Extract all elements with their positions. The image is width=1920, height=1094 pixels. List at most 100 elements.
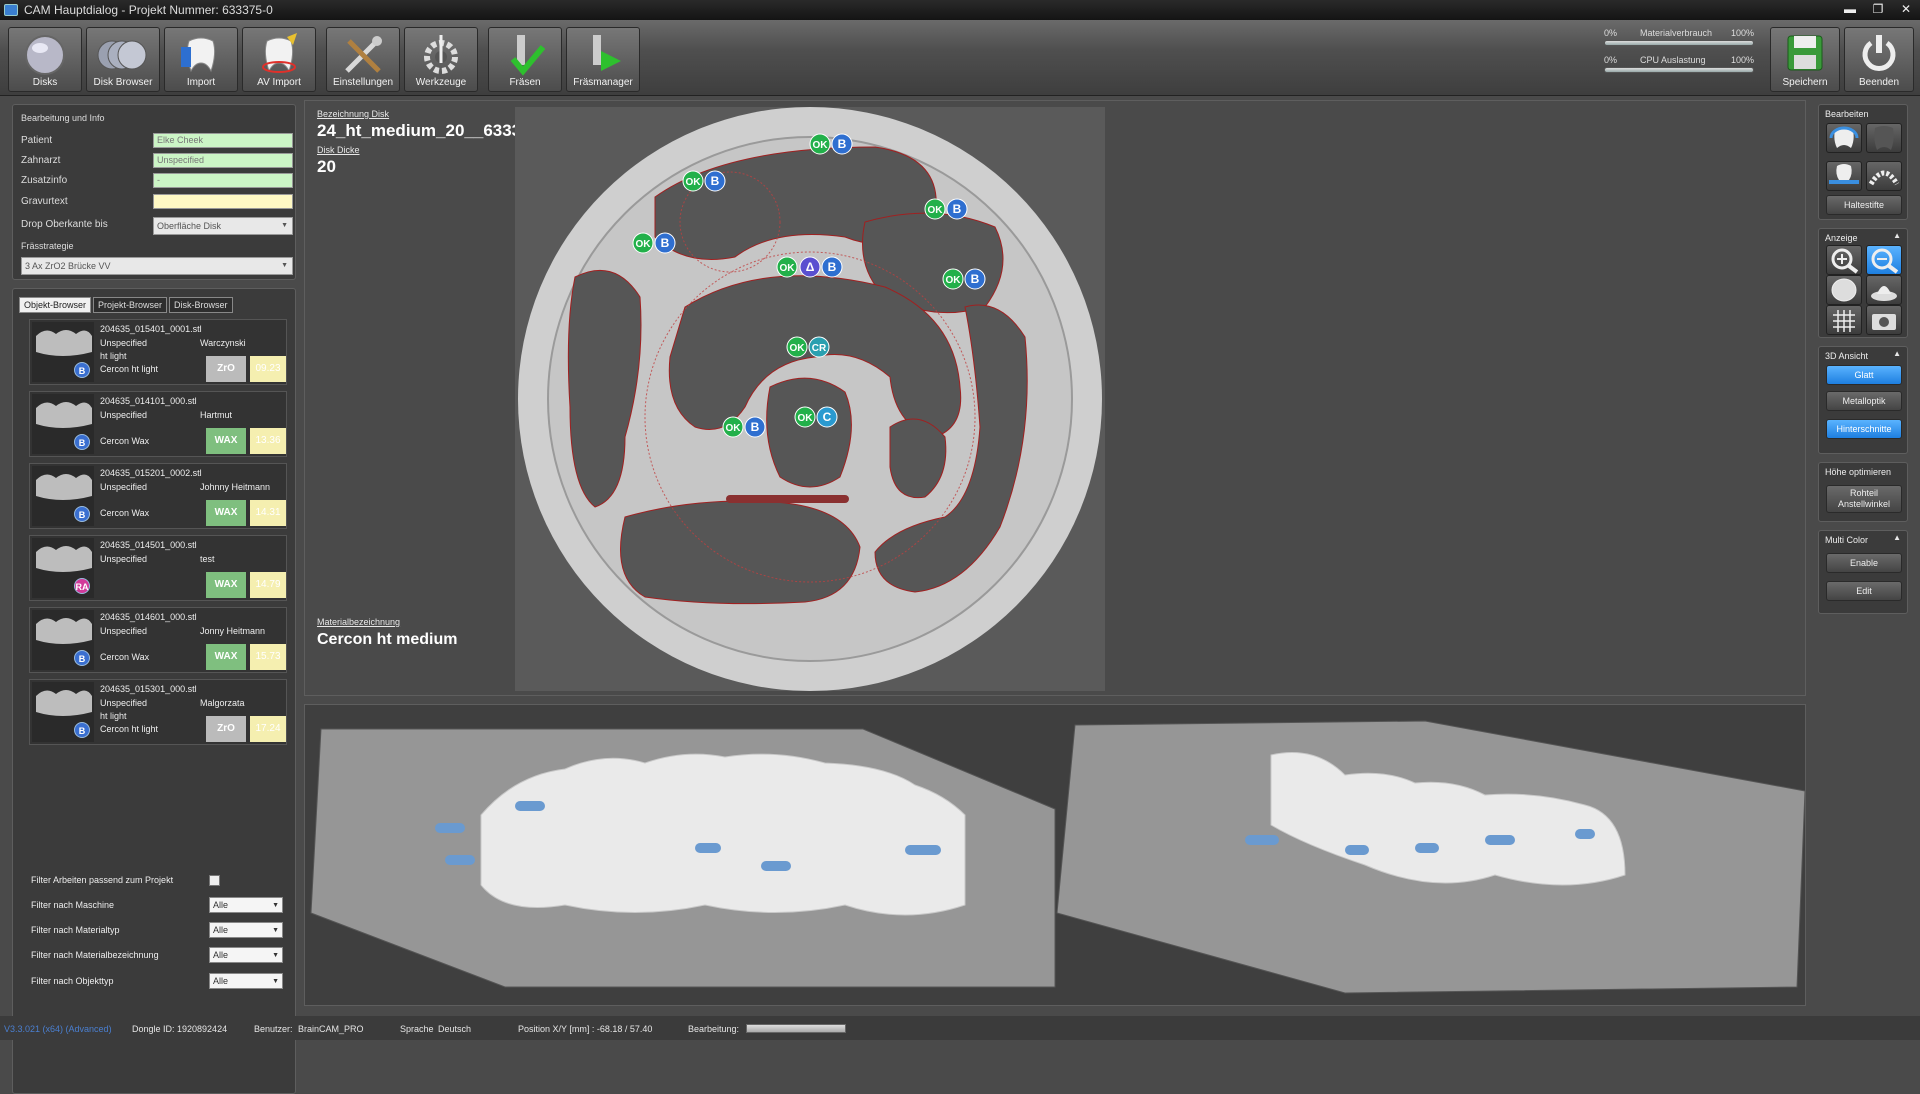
processing-label: Bearbeitung: [688, 1024, 740, 1034]
filter-project-checkbox[interactable] [209, 875, 220, 886]
object-list-item[interactable]: B 204635_015401_0001.stl Unspecified Warczy… [29, 319, 287, 385]
extra-info-field[interactable]: - [153, 173, 293, 188]
material-meter: 0% Materialverbrauch 100% [1604, 28, 1754, 50]
filter-material-name-select[interactable]: Alle [209, 947, 283, 963]
metal-optics-button[interactable]: Metalloptik [1826, 391, 1902, 411]
zoom-in-button[interactable] [1826, 245, 1862, 275]
engrave-label: Gravurtext [21, 196, 68, 207]
multicolor-title: Multi Color [1825, 535, 1869, 545]
patient-field[interactable]: Elke Cheek [153, 133, 293, 148]
status-marker-label: OK [813, 140, 829, 151]
blank-angle-button[interactable]: Rohteil Anstellwinkel [1826, 485, 1902, 513]
extra-label: Zusatzinfo [21, 175, 68, 186]
status-marker-label: B [971, 272, 980, 286]
filter-material-type-select[interactable]: Alle [209, 922, 283, 938]
object-filename: 204635_014601_000.stl [100, 612, 197, 622]
display-title: Anzeige [1825, 233, 1858, 243]
chevron-down-icon: ▼ [281, 262, 288, 269]
tab-project-browser[interactable]: Projekt-Browser [93, 297, 168, 313]
user-label: Benutzer: [254, 1024, 293, 1034]
object-patient: Malgorzata [200, 698, 245, 708]
disk-view[interactable]: Bezeichnung Disk 24_ht_medium_20__633375… [304, 100, 1806, 696]
view-side-button[interactable] [1866, 275, 1902, 305]
undercuts-button[interactable]: Hinterschnitte [1826, 419, 1902, 439]
drop-label: Drop Oberkante bis [21, 219, 108, 230]
object-patient: Warczynski [200, 338, 246, 348]
object-shade: ht light [100, 711, 127, 721]
3d-preview-left[interactable] [305, 705, 1805, 1005]
object-shade: ht light [100, 351, 127, 361]
tools-button[interactable]: Werkzeuge [404, 27, 478, 92]
material-meter-min: 0% [1604, 28, 1618, 38]
status-bar: V3.3.021 (x64) (Advanced) Dongle ID: 192… [0, 1016, 1920, 1040]
filter-object-type-select[interactable]: Alle [209, 973, 283, 989]
object-type-badge: B [74, 362, 90, 378]
rotate-tooth-button[interactable] [1826, 123, 1862, 153]
cpu-meter-bar [1604, 67, 1754, 73]
collapse-up-icon[interactable]: ▲ [1893, 231, 1901, 240]
patient-label: Patient [21, 135, 53, 146]
title-bar: CAM Hauptdialog - Projekt Nummer: 633375… [0, 0, 1920, 20]
screenshot-button[interactable] [1866, 305, 1902, 335]
collapse-up-icon[interactable]: ▲ [1893, 533, 1901, 542]
tab-disk-browser[interactable]: Disk-Browser [169, 297, 233, 313]
close-button[interactable]: ✕ [1892, 0, 1920, 20]
save-button[interactable]: Speichern [1770, 27, 1840, 92]
smooth-button[interactable]: Glatt [1826, 365, 1902, 385]
zoom-out-button[interactable] [1866, 245, 1902, 275]
object-list-item[interactable]: B 204635_014601_000.stl Unspecified Jonny H… [29, 607, 287, 673]
tab-object-browser[interactable]: Objekt-Browser [19, 297, 92, 313]
status-marker-label: OK [790, 343, 806, 354]
zoom-out-icon [1871, 248, 1899, 274]
disk-thickness: 20 [317, 157, 336, 176]
view-disk-button[interactable] [1826, 275, 1862, 305]
engrave-field[interactable] [153, 194, 293, 209]
milling-disk[interactable]: OK BOK BOK BOK BOK Δ BOK BOK CROK COK B [515, 107, 1105, 691]
mill-manager-icon [593, 35, 621, 71]
app-icon [4, 4, 18, 16]
object-status: Unspecified [100, 410, 148, 420]
window-title: CAM Hauptdialog - Projekt Nummer: 633375… [24, 3, 273, 17]
enable-button[interactable]: Enable [1826, 553, 1902, 573]
object-list-item[interactable]: B 204635_015201_0002.stl Unspecified Johnny… [29, 463, 287, 529]
import-button[interactable]: Import [164, 27, 238, 92]
exit-button[interactable]: Beenden [1844, 27, 1914, 92]
object-list-item[interactable]: B 204635_014101_000.stl Unspecified Hartmut… [29, 391, 287, 457]
disk-browser-button[interactable]: Disk Browser [86, 27, 160, 92]
object-list-item[interactable]: B 204635_015301_000.stl Unspecified Malgorz… [29, 679, 287, 745]
mill-button[interactable]: Fräsen [488, 27, 562, 92]
user-select[interactable]: BrainCAM_PRO [298, 1024, 364, 1034]
position-tooth-button[interactable] [1826, 161, 1862, 191]
tooth-shape-button[interactable] [1866, 123, 1902, 153]
object-material: Cercon ht light [100, 724, 159, 734]
strategy-value: 3 Ax ZrO2 Brücke VV [25, 261, 111, 271]
dentist-field[interactable]: Unspecified [153, 153, 293, 168]
object-material-type: WAX [206, 500, 246, 526]
connectors-button[interactable] [1866, 161, 1902, 191]
cpu-meter-label: CPU Auslastung [1640, 55, 1706, 65]
edit-button[interactable]: Edit [1826, 581, 1902, 601]
minimize-button[interactable]: ▬ [1836, 0, 1864, 20]
filter-machine-select[interactable]: Alle [209, 897, 283, 913]
strategy-select[interactable]: 3 Ax ZrO2 Brücke VV ▼ [21, 257, 293, 275]
av-import-label: AV Import [257, 77, 301, 88]
settings-button[interactable]: Einstellungen [326, 27, 400, 92]
object-list-item[interactable]: RA 204635_014501_000.stl Unspecified test WA… [29, 535, 287, 601]
cpu-meter-min: 0% [1604, 55, 1618, 65]
object-filename: 204635_015301_000.stl [100, 684, 197, 694]
grid-button[interactable] [1826, 305, 1862, 335]
object-material: Cercon Wax [100, 508, 150, 518]
tools-gear-icon [424, 35, 458, 74]
3d-view-box: 3D Ansicht ▲ Glatt Metalloptik Hintersch… [1818, 346, 1908, 454]
collapse-up-icon[interactable]: ▲ [1893, 349, 1901, 358]
drop-select[interactable]: Oberfläche Disk ▼ [153, 217, 293, 235]
disks-button[interactable]: Disks [8, 27, 82, 92]
holding-pins-button[interactable]: Haltestifte [1826, 195, 1902, 215]
object-type-badge: B [74, 506, 90, 522]
av-import-button[interactable]: AV Import [242, 27, 316, 92]
language-select[interactable]: Deutsch [438, 1024, 471, 1034]
edit-box: Bearbeiten Haltestifte [1818, 104, 1908, 220]
mill-manager-button[interactable]: Fräsmanager [566, 27, 640, 92]
3d-preview-area[interactable] [304, 704, 1806, 1006]
maximize-button[interactable]: ❐ [1864, 0, 1892, 20]
